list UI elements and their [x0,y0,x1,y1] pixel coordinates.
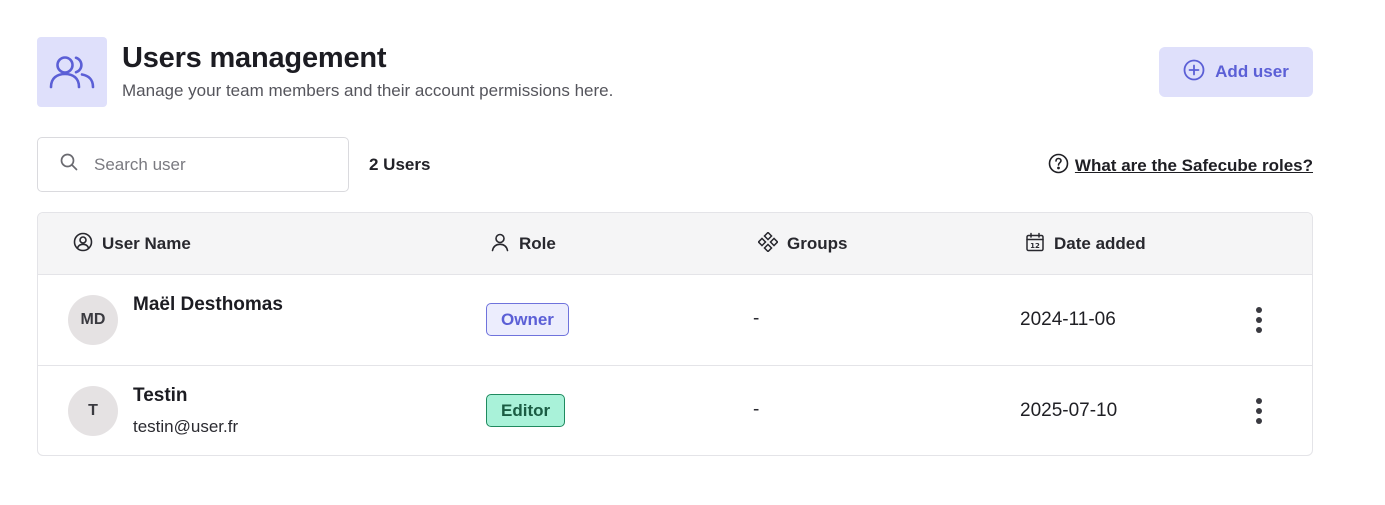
column-header-user-name[interactable]: User Name [73,213,191,275]
row-actions-button[interactable] [1243,302,1275,338]
page-title: Users management [122,42,387,74]
user-count: 2 Users [369,155,431,174]
calendar-icon: 12 [1025,232,1045,257]
add-user-button[interactable]: Add user [1159,47,1313,97]
roles-help-link[interactable]: What are the Safecube roles? [1048,153,1313,179]
svg-text:12: 12 [1030,242,1040,250]
question-circle-icon [1048,153,1069,179]
roles-help-link-label: What are the Safecube roles? [1074,156,1313,175]
role-badge-editor: Editor [486,394,566,427]
table-row[interactable]: T Testin testin@user.fr Editor - 2025-07… [38,366,1312,455]
groups-cell: - [753,399,760,420]
user-name: Maël Desthomas [133,294,283,315]
avatar: T [68,386,118,436]
column-header-label: Date added [1054,234,1146,253]
avatar: MD [68,295,118,345]
page-subtitle: Manage your team members and their accou… [122,81,614,100]
user-circle-icon [73,232,93,257]
row-actions-button[interactable] [1243,393,1275,429]
search-icon [60,153,78,176]
date-added-cell: 2025-07-10 [1020,400,1118,421]
users-management-page: Users management Manage your team member… [0,0,1385,505]
column-header-label: Groups [787,234,848,253]
search-input[interactable] [94,154,324,175]
column-header-role[interactable]: Role [490,213,556,275]
more-vertical-icon [1256,307,1262,333]
role-badge-owner: Owner [486,303,569,336]
column-header-groups[interactable]: Groups [757,213,848,275]
table-row[interactable]: MD Maël Desthomas Owner - 2024-11-06 [38,275,1312,366]
add-user-label: Add user [1215,62,1289,81]
more-vertical-icon [1256,398,1262,424]
column-header-label: User Name [102,234,191,253]
table-header: User Name Role Groups 12 Date added [38,213,1312,275]
users-icon [37,37,107,107]
groups-icon [757,230,779,257]
user-email: testin@user.fr [133,417,239,436]
person-icon [490,232,510,257]
date-added-cell: 2024-11-06 [1020,309,1116,330]
groups-cell: - [753,308,760,329]
column-header-date-added[interactable]: 12 Date added [1025,213,1146,275]
user-name: Testin [133,385,188,406]
column-header-label: Role [519,234,556,253]
users-table: User Name Role Groups 12 Date added MD M… [37,212,1313,456]
plus-circle-icon [1183,59,1205,86]
search-box[interactable] [37,137,349,192]
